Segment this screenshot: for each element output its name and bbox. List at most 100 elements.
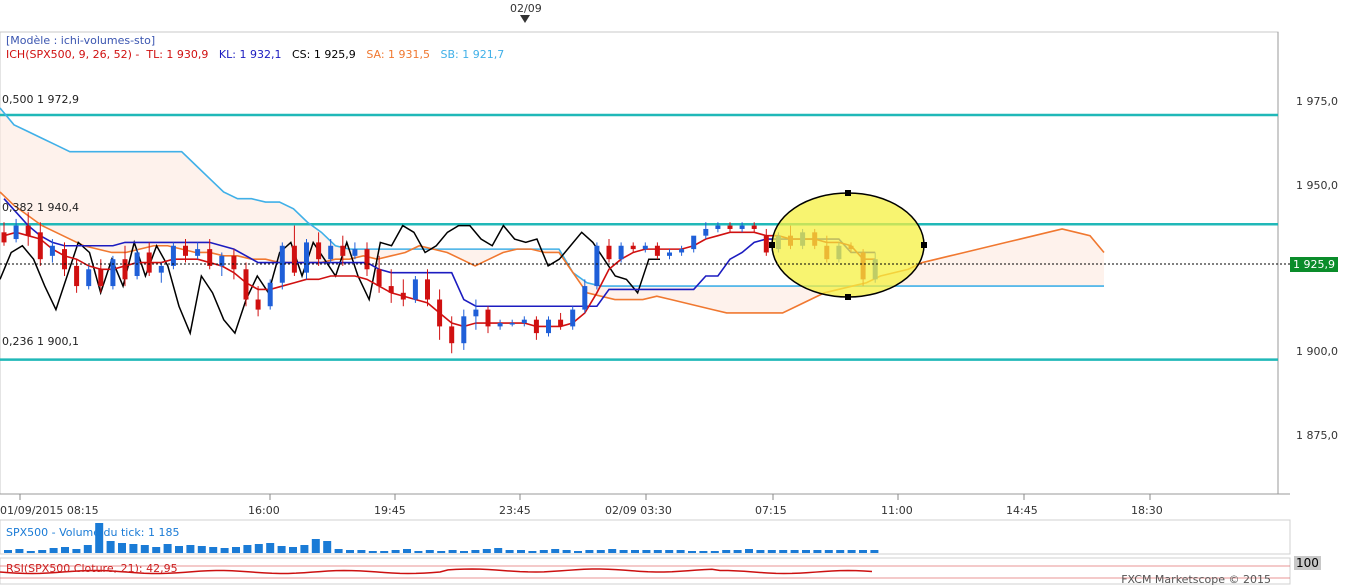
candle-body [509, 323, 515, 325]
candle-body [195, 249, 201, 256]
candle-body [291, 245, 297, 273]
candle-body [316, 242, 322, 260]
ichimoku-indicator-label: ICH(SPX500, 9, 26, 52) - [6, 48, 140, 61]
volume-bar [243, 545, 252, 553]
volume-bar [665, 550, 674, 553]
candle-body [594, 245, 600, 287]
kijun-value: KL: 1 932,1 [218, 48, 282, 61]
volume-bar [539, 550, 548, 553]
volume-bar [551, 549, 560, 553]
candle-body [376, 269, 382, 287]
volume-bar [790, 550, 799, 553]
candle-body [715, 225, 721, 229]
volume-bar [710, 551, 719, 553]
volume-bar [779, 550, 788, 553]
candle-body [630, 245, 636, 250]
volume-bar [471, 550, 480, 553]
candle-body [267, 282, 273, 307]
volume-bar [574, 551, 582, 553]
candle-body [37, 232, 43, 260]
volume-bar [653, 550, 662, 553]
volume-bar [642, 550, 651, 553]
volume-label: SPX500 - Volume du tick: 1 185 [6, 526, 180, 539]
x-tick-label: 19:45 [374, 504, 406, 517]
volume-bar [403, 549, 411, 553]
ellipse-handle [921, 242, 927, 248]
volume-bar [802, 550, 810, 553]
volume-bar [824, 550, 833, 553]
x-tick-label: 07:15 [755, 504, 787, 517]
candle-body [207, 249, 213, 266]
candle-body [449, 326, 455, 344]
volume-bar [140, 545, 149, 553]
volume-bar [254, 544, 263, 553]
senkou-b-value: SB: 1 921,7 [440, 48, 505, 61]
volume-bar [859, 550, 867, 553]
ichimoku-legend: ICH(SPX500, 9, 26, 52) - TL: 1 930,9 KL:… [6, 48, 504, 61]
volume-bar [631, 550, 639, 553]
candle-body [304, 242, 309, 273]
candle-body [388, 286, 394, 293]
candle-body [1, 232, 7, 243]
volume-bar [129, 544, 138, 553]
fib-label-0382: 0,382 1 940,4 [2, 201, 79, 214]
candle-body [679, 249, 685, 253]
candle-body [763, 235, 769, 253]
x-tick-label: 16:00 [248, 504, 280, 517]
volume-bar [38, 550, 47, 553]
volume-bar [836, 550, 845, 553]
candle-body [461, 316, 467, 344]
volume-bar [482, 549, 491, 553]
volume-bar [688, 551, 696, 553]
x-tick-label: 23:45 [499, 504, 531, 517]
y-tick-label: 1 975,0 [1296, 95, 1338, 108]
candle-body [328, 245, 334, 260]
candle-body [158, 265, 164, 273]
volume-bar [266, 543, 275, 553]
candle-body [521, 319, 527, 324]
volume-bar [49, 548, 58, 553]
candle-body [582, 286, 588, 310]
volume-bar [676, 550, 685, 553]
volume-bar [562, 550, 571, 553]
ellipse-handle [769, 242, 775, 248]
volume-bar [745, 549, 753, 553]
candle-body [255, 299, 261, 310]
footer-copyright: FXCM Marketscope © 2015 [1121, 573, 1271, 586]
candle-body [340, 245, 346, 256]
ellipse-handle [845, 190, 851, 196]
volume-bar [163, 544, 172, 553]
volume-bar [437, 551, 446, 553]
volume-bar [517, 550, 525, 553]
volume-bar [767, 550, 776, 553]
volume-bar [847, 550, 856, 553]
fib-label-0236: 0,236 1 900,1 [2, 335, 79, 348]
x-tick-label: 02/09 03:30 [605, 504, 672, 517]
volume-bar [277, 546, 286, 553]
model-label: [Modèle : ichi-volumes-sto] [6, 34, 156, 47]
volume-bar [220, 548, 229, 553]
candle-body [170, 245, 176, 266]
candle-body [606, 245, 612, 260]
candle-body [654, 245, 660, 256]
volume-bar [232, 547, 240, 553]
ellipse-handle [845, 294, 851, 300]
volume-bar [118, 543, 126, 553]
volume-bar [494, 548, 503, 553]
candle-body [533, 319, 539, 334]
chikou-value: CS: 1 925,9 [291, 48, 356, 61]
volume-bar [448, 550, 457, 553]
chart-canvas[interactable] [0, 0, 1349, 588]
volume-bar [505, 550, 514, 553]
y-tick-label: 1 875,0 [1296, 429, 1338, 442]
volume-bar [870, 550, 879, 553]
current-price-badge: 1 925,9 [1290, 257, 1338, 272]
candle-body [558, 319, 564, 327]
volume-bar [414, 551, 423, 553]
x-tick-label: 14:45 [1006, 504, 1038, 517]
candle-body [497, 323, 503, 327]
volume-bar [699, 551, 708, 553]
cloud-fill [0, 108, 1104, 313]
candle-body [570, 309, 576, 327]
volume-bar [334, 549, 343, 553]
